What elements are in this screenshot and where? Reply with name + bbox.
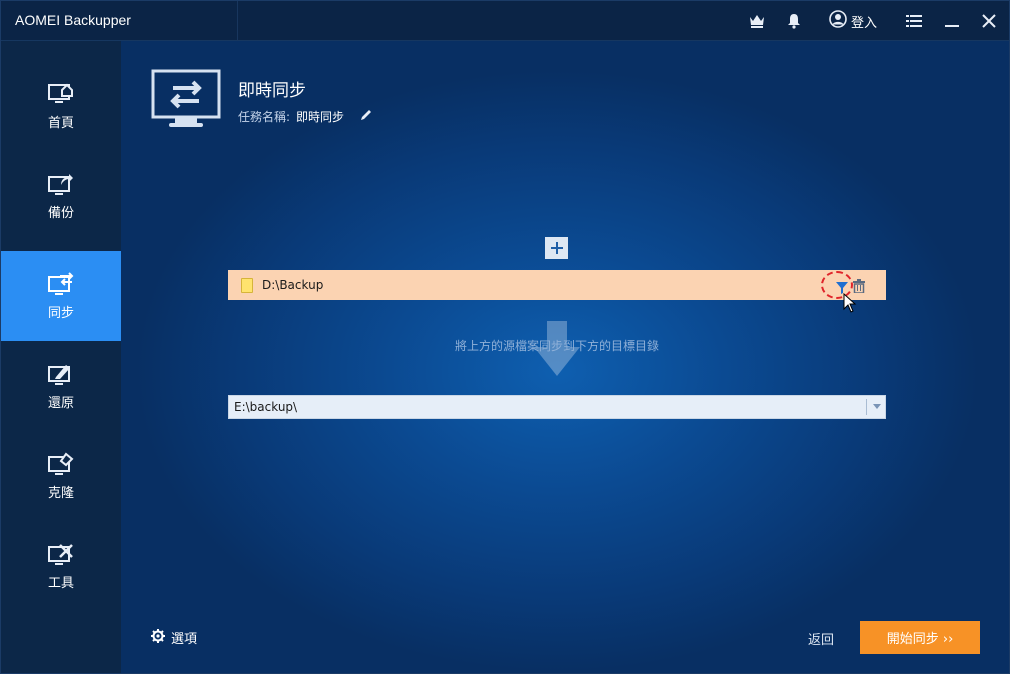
login-label: 登入: [851, 15, 878, 31]
sidebar-item-clone[interactable]: 克隆: [1, 431, 121, 521]
clone-icon: [48, 452, 74, 476]
sync-hint-text: 將上方的源檔案同步到下方的目標目錄: [454, 339, 659, 353]
sync-icon: [48, 271, 74, 296]
sidebar-item-tools[interactable]: 工具: [1, 521, 121, 611]
back-button[interactable]: 返回: [808, 629, 834, 648]
crown-icon[interactable]: [747, 11, 767, 31]
source-folder-row[interactable]: D:\Backup: [228, 270, 886, 300]
login-button[interactable]: 登入: [829, 10, 878, 32]
sidebar-item-backup[interactable]: 備份: [1, 151, 121, 241]
title-divider: [237, 1, 238, 41]
sidebar-item-label: 同步: [47, 305, 74, 321]
add-source-button[interactable]: [545, 237, 568, 259]
sidebar: 首頁 備份 同步 還原 克隆 工具: [1, 41, 121, 673]
tools-icon: [48, 542, 74, 566]
mouse-pointer-icon: [843, 292, 857, 317]
options-button[interactable]: 選項: [151, 628, 197, 647]
sidebar-item-sync[interactable]: 同步: [1, 251, 121, 341]
gear-icon: [151, 628, 165, 647]
main-panel: 即時同步 任務名稱: 即時同步 D:\Backup 將上方的源檔案同步到下方的目…: [121, 41, 1009, 673]
destination-path-field[interactable]: E:\backup\: [228, 395, 886, 419]
app-title: AOMEI Backupper: [15, 12, 131, 28]
task-name-row: 任務名稱: 即時同步: [238, 108, 372, 125]
source-path: D:\Backup: [262, 278, 324, 292]
start-sync-label: 開始同步 ››: [886, 632, 954, 647]
dropdown-separator: [866, 399, 867, 415]
sync-monitor-icon: [151, 69, 223, 133]
sidebar-item-label: 工具: [47, 575, 74, 591]
plus-icon: [550, 238, 564, 258]
home-icon: [48, 82, 74, 106]
sidebar-item-label: 還原: [47, 395, 74, 411]
chevron-down-icon[interactable]: [873, 404, 881, 409]
restore-icon: [48, 362, 74, 386]
sidebar-item-home[interactable]: 首頁: [1, 61, 121, 151]
backup-icon: [48, 172, 74, 196]
start-sync-button[interactable]: 開始同步 ››: [860, 621, 980, 654]
sidebar-item-restore[interactable]: 還原: [1, 341, 121, 431]
options-label: 選項: [171, 632, 198, 647]
close-icon[interactable]: [979, 11, 999, 31]
task-name-label: 任務名稱:: [238, 110, 291, 124]
sidebar-item-label: 克隆: [47, 485, 74, 501]
minimize-icon[interactable]: [942, 11, 962, 31]
destination-path: E:\backup\: [234, 400, 298, 414]
menu-icon[interactable]: [904, 11, 924, 31]
folder-icon: [241, 278, 253, 293]
page-title: 即時同步: [238, 81, 306, 101]
app-window: AOMEI Backupper 登入 首頁 備份 同步 還原 克隆 工具 即時同…: [0, 0, 1010, 674]
sidebar-item-label: 備份: [47, 205, 74, 221]
title-bar: AOMEI Backupper 登入: [1, 1, 1009, 41]
sidebar-item-label: 首頁: [47, 115, 74, 131]
bell-icon[interactable]: [784, 11, 804, 31]
edit-pencil-icon[interactable]: [360, 109, 372, 124]
task-name-value: 即時同步: [296, 110, 345, 124]
user-icon: [829, 10, 847, 32]
